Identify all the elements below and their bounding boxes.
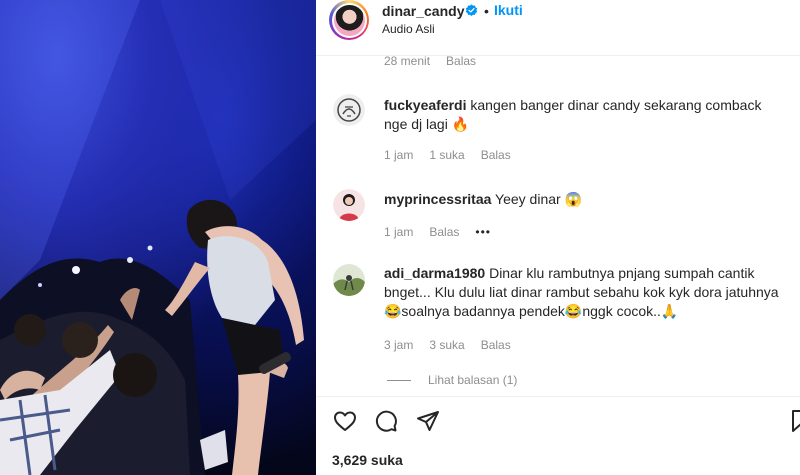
comment-avatar[interactable] xyxy=(333,189,365,221)
post-side-panel: dinar_candy • Ikuti Audio Asli 28 menit … xyxy=(316,0,800,475)
comment-likes[interactable]: 3 suka xyxy=(429,338,464,352)
post-header: dinar_candy • Ikuti Audio Asli xyxy=(316,0,800,56)
concert-video-frame xyxy=(0,0,316,475)
comment-username[interactable]: adi_darma1980 xyxy=(384,265,485,281)
comment-body: fuckyeaferdi kangen banger dinar candy s… xyxy=(384,96,784,134)
comment-time: 1 jam xyxy=(384,225,414,239)
comment-meta-row: 28 menit Balas xyxy=(384,56,476,68)
comment-username[interactable]: myprincessritaa xyxy=(384,191,491,207)
view-replies-label: Lihat balasan (1) xyxy=(428,373,518,387)
view-replies-button[interactable]: Lihat balasan (1) xyxy=(387,373,517,387)
replies-divider xyxy=(387,379,411,381)
comment-time: 1 jam xyxy=(384,148,414,162)
comment-time: 28 menit xyxy=(384,56,431,68)
comment-icon[interactable] xyxy=(374,409,398,433)
comment-username[interactable]: fuckyeaferdi xyxy=(384,97,466,113)
reply-button[interactable]: Balas xyxy=(481,148,511,162)
header-separator: • xyxy=(484,3,489,19)
comment-meta-row: 1 jam 1 suka Balas xyxy=(384,148,511,162)
reply-button[interactable]: Balas xyxy=(481,338,511,352)
post-actions: 3,629 suka xyxy=(316,396,800,475)
comment-text: Yeey dinar 😱 xyxy=(495,191,583,207)
audio-link[interactable]: Audio Asli xyxy=(382,22,435,36)
comment-time: 3 jam xyxy=(384,338,414,352)
comment-meta-row: 3 jam 3 suka Balas xyxy=(384,338,511,352)
likes-count[interactable]: 3,629 suka xyxy=(332,452,403,468)
comment-body: myprincessritaa Yeey dinar 😱 xyxy=(384,190,784,209)
share-icon[interactable] xyxy=(416,409,440,433)
more-options-icon[interactable]: ••• xyxy=(475,225,491,239)
author-username[interactable]: dinar_candy xyxy=(382,3,464,19)
verified-icon xyxy=(465,4,478,16)
reply-button[interactable]: Balas xyxy=(446,56,476,68)
post-media[interactable] xyxy=(0,0,316,475)
comment-avatar[interactable] xyxy=(333,94,365,126)
author-avatar[interactable] xyxy=(329,0,369,40)
reply-button[interactable]: Balas xyxy=(429,225,459,239)
comment-body: adi_darma1980 Dinar klu rambutnya pnjang… xyxy=(384,264,784,321)
comment-avatar[interactable] xyxy=(333,264,365,296)
comments-list[interactable]: 28 menit Balas fuckyeaferdi kangen bange… xyxy=(316,56,800,396)
follow-button[interactable]: Ikuti xyxy=(494,2,523,18)
heart-icon[interactable] xyxy=(332,409,358,433)
bookmark-icon[interactable] xyxy=(791,409,800,433)
comment-likes[interactable]: 1 suka xyxy=(429,148,464,162)
comment-meta-row: 1 jam Balas ••• xyxy=(384,225,491,239)
